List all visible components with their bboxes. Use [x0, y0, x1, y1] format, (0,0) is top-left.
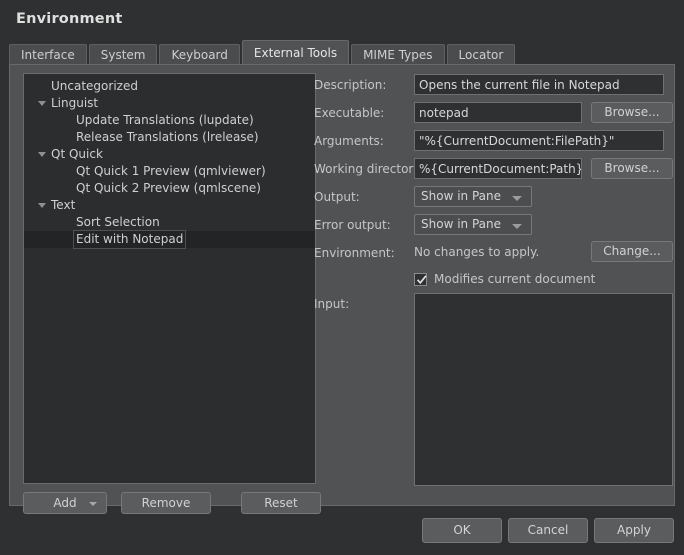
arguments-row: Arguments: "%{CurrentDocument:FilePath}": [314, 129, 664, 157]
tree-item-release-translations[interactable]: Release Translations (lrelease): [24, 129, 315, 146]
working-directory-browse-button[interactable]: Browse...: [591, 158, 673, 179]
add-button-label: Add: [53, 496, 77, 510]
environment-status-text: No changes to apply.: [414, 245, 540, 259]
reset-button[interactable]: Reset: [241, 492, 321, 514]
error-output-select[interactable]: Show in Pane: [414, 214, 532, 235]
tree-action-buttons: Add Remove Reset: [23, 492, 321, 514]
page-title: Environment: [16, 11, 123, 27]
tree-item-label: Uncategorized: [51, 79, 138, 93]
cancel-button[interactable]: Cancel: [508, 518, 588, 543]
working-directory-row: Working directory: %{CurrentDocument:Pat…: [314, 157, 673, 185]
output-label: Output:: [314, 190, 360, 204]
output-select[interactable]: Show in Pane: [414, 186, 532, 207]
chevron-down-icon[interactable]: [38, 152, 46, 157]
environment-row: Environment: No changes to apply. Change…: [314, 241, 673, 269]
tool-settings-form: Description: Opens the current file in N…: [314, 73, 673, 489]
executable-row: Executable: notepad Browse...: [314, 101, 673, 129]
tree-item-sort-selection[interactable]: Sort Selection: [24, 214, 315, 231]
tree-item-label: Qt Quick 1 Preview (qmlviewer): [76, 164, 266, 178]
modifies-document-checkbox[interactable]: [414, 273, 427, 286]
tree-item-label: Release Translations (lrelease): [76, 130, 259, 144]
tree-item-label: Qt Quick: [51, 147, 103, 161]
error-output-select-value: Show in Pane: [421, 217, 501, 231]
description-input[interactable]: Opens the current file in Notepad: [414, 74, 664, 95]
external-tools-panel: Uncategorized Linguist Update Translatio…: [9, 64, 675, 514]
output-row: Output: Show in Pane: [314, 185, 664, 213]
working-directory-label: Working directory:: [314, 162, 424, 176]
tree-item-label: Update Translations (lupdate): [76, 113, 254, 127]
apply-button[interactable]: Apply: [594, 518, 674, 543]
input-row: Input:: [314, 293, 673, 489]
executable-browse-button[interactable]: Browse...: [591, 102, 673, 123]
tab-locator[interactable]: Locator: [446, 44, 516, 65]
input-textarea[interactable]: [414, 293, 673, 486]
arguments-label: Arguments:: [314, 134, 384, 148]
tab-interface[interactable]: Interface: [9, 44, 87, 65]
working-directory-input[interactable]: %{CurrentDocument:Path}: [414, 158, 582, 179]
tree-item-label: Qt Quick 2 Preview (qmlscene): [76, 181, 261, 195]
output-select-value: Show in Pane: [421, 189, 501, 203]
tree-item-label: Text: [51, 198, 76, 212]
ok-button[interactable]: OK: [422, 518, 502, 543]
tree-item-edit-with-notepad[interactable]: Edit with Notepad: [24, 230, 315, 249]
tree-item-linguist[interactable]: Linguist: [24, 95, 315, 112]
chevron-down-icon: [512, 196, 522, 201]
error-output-label: Error output:: [314, 218, 391, 232]
chevron-down-icon: [512, 224, 522, 229]
chevron-down-icon[interactable]: [38, 101, 46, 106]
executable-input[interactable]: notepad: [414, 102, 582, 123]
dialog-button-bar: OK Cancel Apply: [0, 518, 684, 544]
chevron-down-icon[interactable]: [38, 203, 46, 208]
description-row: Description: Opens the current file in N…: [314, 73, 664, 101]
tab-external-tools[interactable]: External Tools: [241, 40, 350, 65]
external-tools-tree[interactable]: Uncategorized Linguist Update Translatio…: [23, 73, 316, 484]
tree-item-qt-quick-2-preview[interactable]: Qt Quick 2 Preview (qmlscene): [24, 180, 315, 197]
arguments-input[interactable]: "%{CurrentDocument:FilePath}": [414, 130, 664, 151]
remove-button[interactable]: Remove: [121, 492, 211, 514]
check-icon: [416, 275, 427, 285]
tab-keyboard[interactable]: Keyboard: [159, 44, 240, 65]
executable-label: Executable:: [314, 106, 385, 120]
environment-label: Environment:: [314, 246, 395, 260]
error-output-row: Error output: Show in Pane: [314, 213, 664, 241]
environment-change-button[interactable]: Change...: [591, 241, 673, 262]
tree-item-text[interactable]: Text: [24, 197, 315, 214]
tree-item-qt-quick[interactable]: Qt Quick: [24, 146, 315, 163]
tree-item-label: Edit with Notepad: [72, 230, 187, 249]
tab-system[interactable]: System: [88, 44, 158, 65]
add-button[interactable]: Add: [23, 492, 107, 514]
tree-item-label: Sort Selection: [76, 215, 160, 229]
chevron-down-icon[interactable]: [89, 502, 97, 506]
tree-item-label: Linguist: [51, 96, 99, 110]
input-label: Input:: [314, 297, 350, 311]
modifies-document-label: Modifies current document: [434, 272, 596, 286]
tab-mime-types[interactable]: MIME Types: [351, 44, 445, 65]
modifies-document-row: Modifies current document: [314, 269, 664, 293]
tree-item-qt-quick-1-preview[interactable]: Qt Quick 1 Preview (qmlviewer): [24, 163, 315, 180]
tree-item-update-translations[interactable]: Update Translations (lupdate): [24, 112, 315, 129]
description-label: Description:: [314, 78, 387, 92]
settings-tab-bar: Interface System Keyboard External Tools…: [9, 40, 517, 65]
tree-item-uncategorized[interactable]: Uncategorized: [24, 78, 315, 95]
